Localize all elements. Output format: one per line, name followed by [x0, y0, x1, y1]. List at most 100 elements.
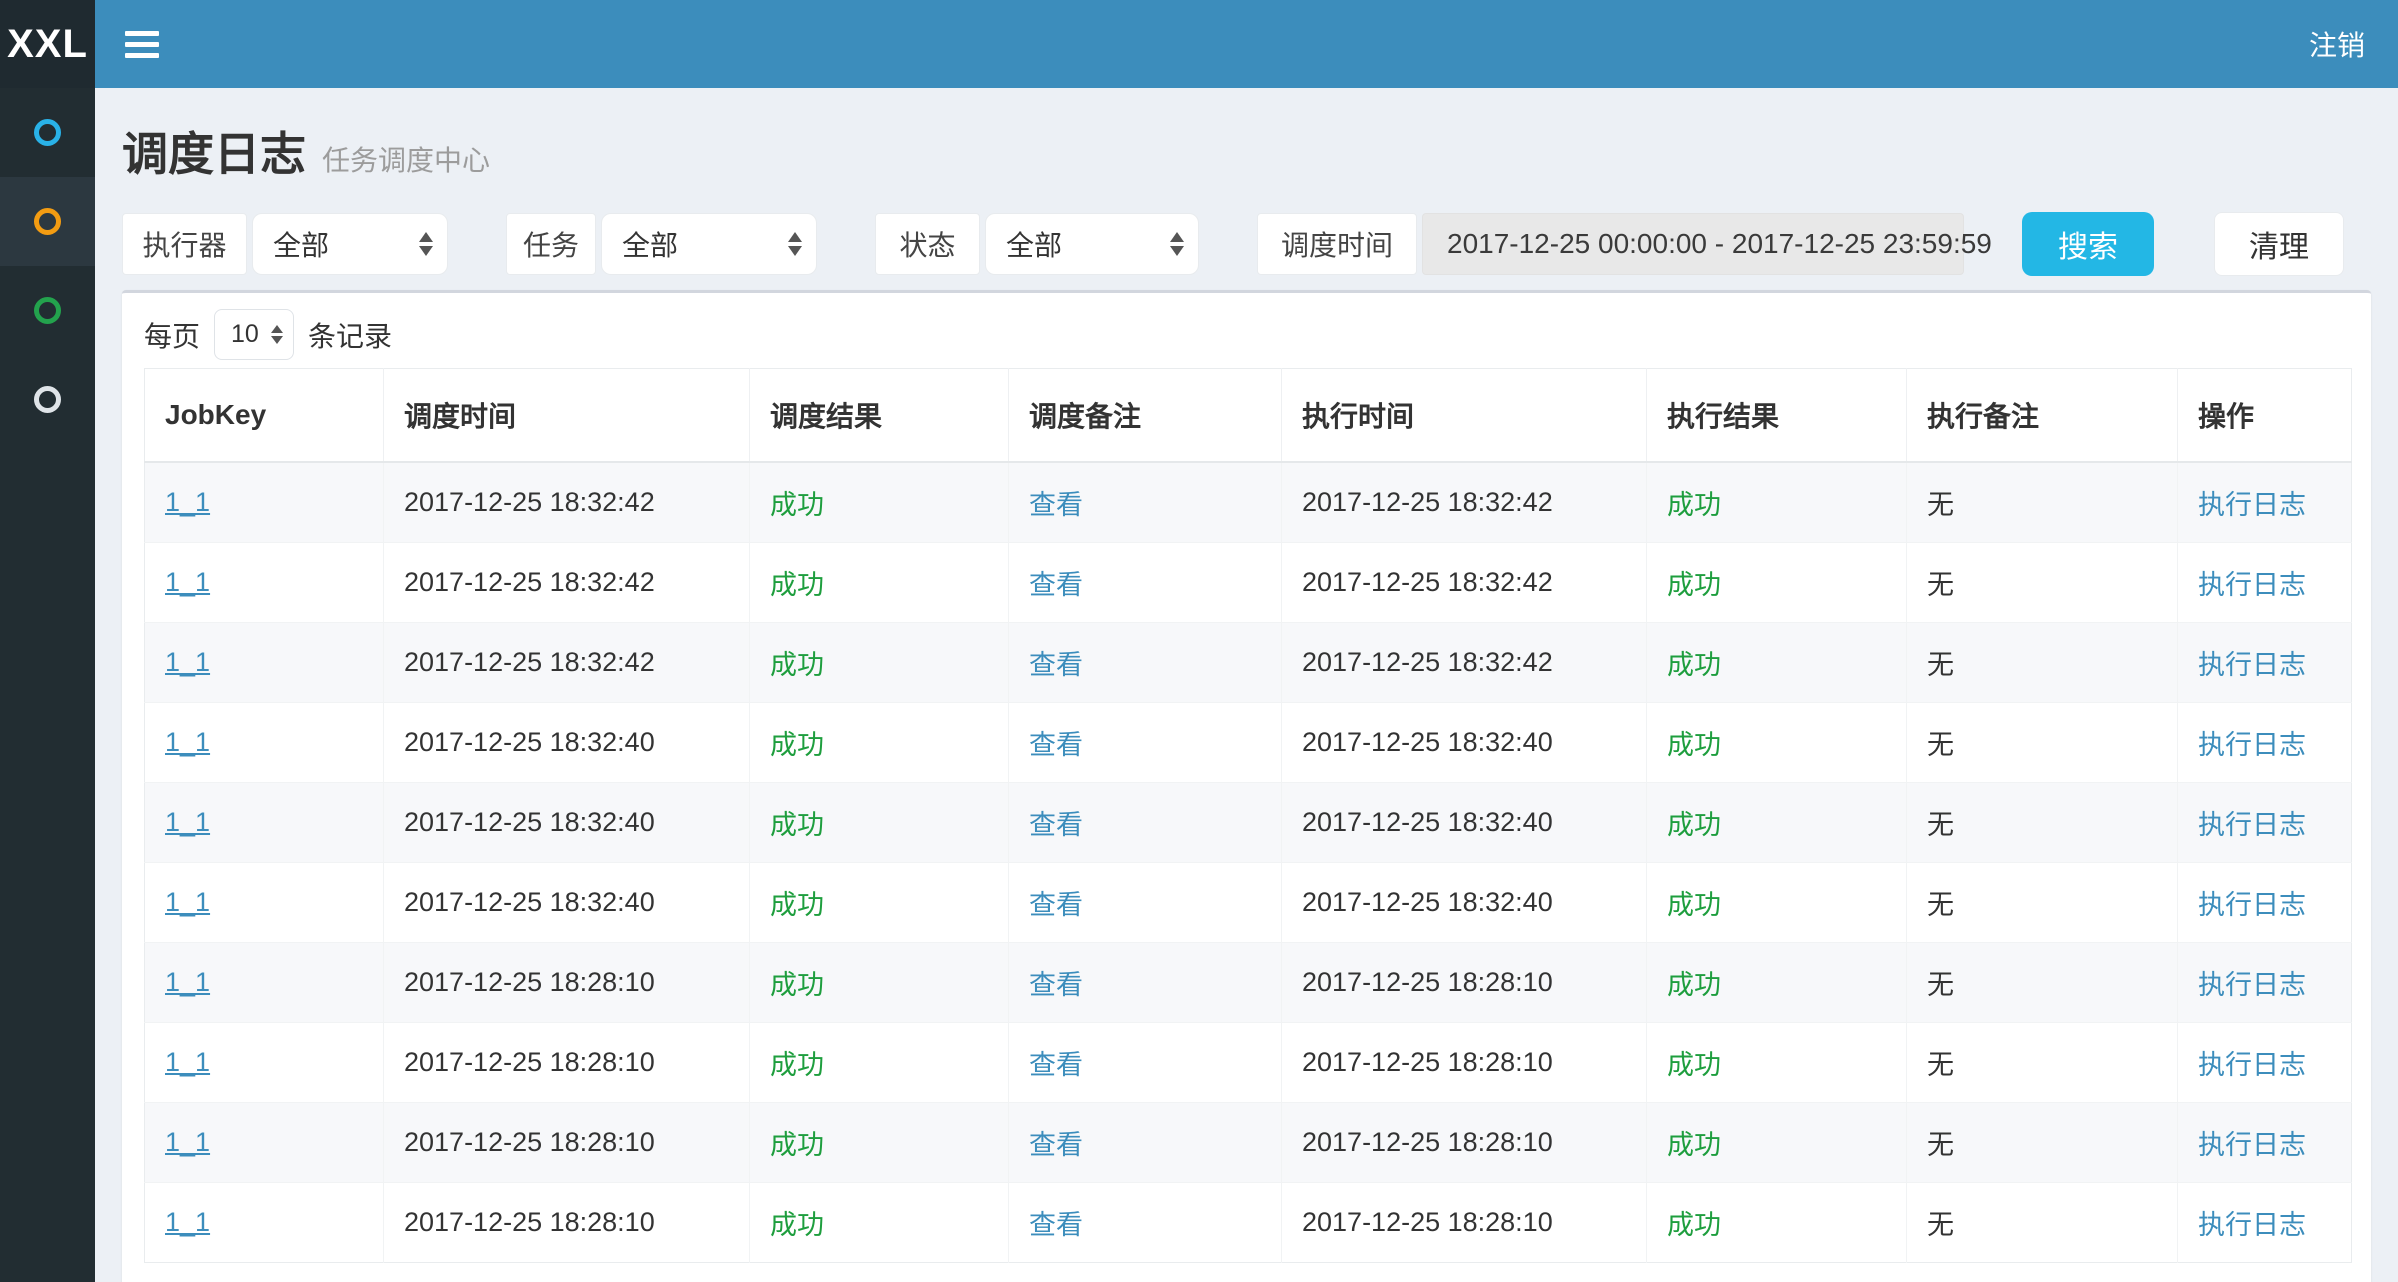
- handle-msg: 无: [1927, 1050, 1954, 1080]
- execution-log-link[interactable]: 执行日志: [2198, 970, 2306, 1000]
- page-subtitle: 任务调度中心: [322, 139, 490, 179]
- handle-result: 成功: [1667, 490, 1721, 520]
- handle-time: 2017-12-25 18:32:42: [1302, 487, 1553, 517]
- jobkey-link[interactable]: 1_1: [165, 1127, 210, 1157]
- jobkey-link[interactable]: 1_1: [165, 887, 210, 917]
- page-size-prefix: 每页: [144, 315, 200, 355]
- handle-result: 成功: [1667, 970, 1721, 1000]
- trigger-result: 成功: [770, 1210, 824, 1240]
- select-arrows-icon: [271, 325, 283, 344]
- handle-msg: 无: [1927, 970, 1954, 1000]
- trigger-time: 2017-12-25 18:32:40: [404, 727, 655, 757]
- column-header: 调度结果: [750, 369, 1009, 463]
- jobkey-link[interactable]: 1_1: [165, 567, 210, 597]
- table-row: 1_12017-12-25 18:32:40成功查看2017-12-25 18:…: [145, 863, 2352, 943]
- table-row: 1_12017-12-25 18:28:10成功查看2017-12-25 18:…: [145, 943, 2352, 1023]
- handle-time: 2017-12-25 18:28:10: [1302, 967, 1553, 997]
- status-select[interactable]: 全部: [985, 213, 1199, 275]
- executor-select[interactable]: 全部: [252, 213, 448, 275]
- sidebar-item-4[interactable]: [0, 355, 95, 444]
- trigger-result: 成功: [770, 810, 824, 840]
- trigger-time: 2017-12-25 18:28:10: [404, 1207, 655, 1237]
- handle-time: 2017-12-25 18:32:40: [1302, 807, 1553, 837]
- filter-row: 执行器 全部 任务 全部 状态 全部: [122, 212, 2371, 276]
- jobkey-link[interactable]: 1_1: [165, 647, 210, 677]
- circle-icon: [34, 297, 61, 324]
- handle-result: 成功: [1667, 730, 1721, 760]
- trigger-time-range-input[interactable]: 2017-12-25 00:00:00 - 2017-12-25 23:59:5…: [1422, 213, 1964, 275]
- handle-time: 2017-12-25 18:32:40: [1302, 727, 1553, 757]
- page-size-select[interactable]: 10: [214, 309, 294, 360]
- handle-time: 2017-12-25 18:28:10: [1302, 1047, 1553, 1077]
- sidebar: [0, 88, 95, 1282]
- execution-log-link[interactable]: 执行日志: [2198, 1210, 2306, 1240]
- column-header: 操作: [2178, 369, 2352, 463]
- trigger-msg-link[interactable]: 查看: [1029, 1130, 1083, 1160]
- sidebar-item-1[interactable]: [0, 88, 95, 177]
- execution-log-link[interactable]: 执行日志: [2198, 890, 2306, 920]
- handle-msg: 无: [1927, 570, 1954, 600]
- trigger-msg-link[interactable]: 查看: [1029, 650, 1083, 680]
- trigger-msg-link[interactable]: 查看: [1029, 730, 1083, 760]
- jobkey-link[interactable]: 1_1: [165, 967, 210, 997]
- header-bar: 注销: [95, 0, 2398, 88]
- handle-result: 成功: [1667, 570, 1721, 600]
- brand-logo[interactable]: XXL: [0, 0, 95, 88]
- handle-msg: 无: [1927, 890, 1954, 920]
- hamburger-icon[interactable]: [125, 25, 159, 64]
- execution-log-link[interactable]: 执行日志: [2198, 810, 2306, 840]
- trigger-time: 2017-12-25 18:32:42: [404, 487, 655, 517]
- handle-result: 成功: [1667, 810, 1721, 840]
- trigger-time-label: 调度时间: [1257, 213, 1417, 275]
- trigger-result: 成功: [770, 730, 824, 760]
- jobkey-link[interactable]: 1_1: [165, 807, 210, 837]
- jobkey-link[interactable]: 1_1: [165, 1047, 210, 1077]
- page-size-suffix: 条记录: [308, 315, 392, 355]
- trigger-msg-link[interactable]: 查看: [1029, 490, 1083, 520]
- handle-time: 2017-12-25 18:28:10: [1302, 1207, 1553, 1237]
- sidebar-item-2[interactable]: [0, 177, 95, 266]
- trigger-msg-link[interactable]: 查看: [1029, 570, 1083, 600]
- execution-log-link[interactable]: 执行日志: [2198, 570, 2306, 600]
- page-title: 调度日志: [122, 118, 306, 184]
- trigger-msg-link[interactable]: 查看: [1029, 970, 1083, 1000]
- job-select-value: 全部: [622, 224, 678, 264]
- status-label: 状态: [875, 213, 980, 275]
- executor-label: 执行器: [122, 213, 247, 275]
- topbar: XXL 注销: [0, 0, 2398, 88]
- select-arrows-icon: [419, 232, 433, 256]
- table-row: 1_12017-12-25 18:28:10成功查看2017-12-25 18:…: [145, 1103, 2352, 1183]
- jobkey-link[interactable]: 1_1: [165, 1207, 210, 1237]
- table-row: 1_1 2017-12-25 18:32:42 成功 查看 2017-12-25 18:…: [145, 462, 2352, 543]
- main-content: 调度日志 任务调度中心 执行器 全部 任务 全部 状态: [95, 88, 2398, 1282]
- trigger-result: 成功: [770, 650, 824, 680]
- sidebar-item-3[interactable]: [0, 266, 95, 355]
- table-body: 1_12017-12-25 18:32:42成功查看2017-12-25 18:…: [145, 462, 2352, 1263]
- job-filter-group: 任务 全部: [506, 213, 817, 275]
- circle-icon: [34, 119, 61, 146]
- select-arrows-icon: [1170, 232, 1184, 256]
- trigger-msg-link[interactable]: 查看: [1029, 890, 1083, 920]
- trigger-msg-link[interactable]: 查看: [1029, 1210, 1083, 1240]
- trigger-result: 成功: [770, 1050, 824, 1080]
- handle-result: 成功: [1667, 1130, 1721, 1160]
- trigger-msg-link[interactable]: 查看: [1029, 810, 1083, 840]
- table-row: 1_1 2017-12-25 18:28:10 成功 查看 2017-12-25 18:…: [145, 1023, 2352, 1103]
- select-arrows-icon: [788, 232, 802, 256]
- trigger-msg-link[interactable]: 查看: [1029, 1050, 1083, 1080]
- executor-filter-group: 执行器 全部: [122, 213, 448, 275]
- trigger-time: 2017-12-25 18:28:10: [404, 1047, 655, 1077]
- execution-log-link[interactable]: 执行日志: [2198, 650, 2306, 680]
- job-select[interactable]: 全部: [601, 213, 817, 275]
- table-row: 1_1 2017-12-25 18:32:40 成功 查看 2017-12-25 18:…: [145, 783, 2352, 863]
- clear-button[interactable]: 清理: [2214, 212, 2344, 276]
- execution-log-link[interactable]: 执行日志: [2198, 1050, 2306, 1080]
- execution-log-link[interactable]: 执行日志: [2198, 1130, 2306, 1160]
- execution-log-link[interactable]: 执行日志: [2198, 730, 2306, 760]
- execution-log-link[interactable]: 执行日志: [2198, 490, 2306, 520]
- jobkey-link[interactable]: 1_1: [165, 727, 210, 757]
- jobkey-link[interactable]: 1_1: [165, 487, 210, 517]
- search-button[interactable]: 搜索: [2022, 212, 2154, 276]
- logout-link[interactable]: 注销: [2309, 24, 2365, 64]
- trigger-time: 2017-12-25 18:32:40: [404, 807, 655, 837]
